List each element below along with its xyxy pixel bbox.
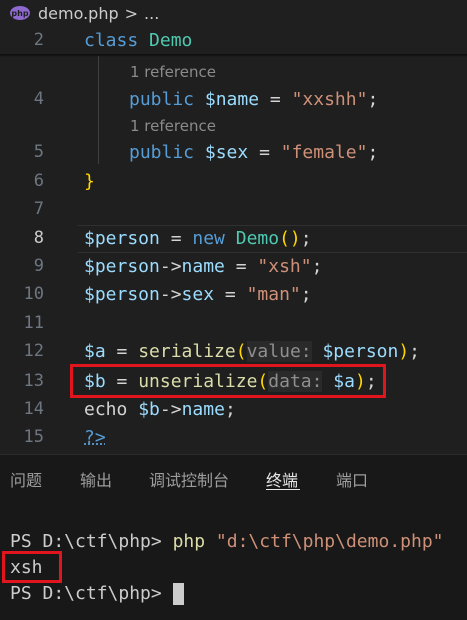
- line-number: 11: [23, 313, 44, 333]
- operator: =: [224, 255, 258, 277]
- operator: =: [248, 141, 281, 163]
- property: sex: [181, 283, 215, 305]
- operator: =: [214, 283, 247, 305]
- string: "female": [280, 141, 368, 163]
- line-number: 12: [23, 341, 44, 361]
- breadcrumb: php demo.php > ...: [0, 0, 467, 26]
- string: "xxshh": [291, 88, 368, 110]
- code-line-15[interactable]: 15 ?>: [0, 423, 467, 451]
- variable: $person: [84, 255, 160, 277]
- code-line-5[interactable]: 5 public $sex = "female";: [0, 138, 467, 166]
- annotation-highlight-box: [2, 551, 62, 583]
- code-line-8[interactable]: 8 $person = new Demo();: [0, 224, 467, 252]
- variable: $sex: [204, 141, 249, 163]
- class-name: Demo: [149, 29, 193, 51]
- line-number: 2: [33, 30, 44, 50]
- tab-ports[interactable]: 端口: [336, 467, 368, 491]
- line-number: 7: [33, 199, 44, 219]
- semicolon: ;: [224, 398, 236, 420]
- operator: ->: [159, 398, 182, 420]
- codelens-row: 1 reference: [0, 114, 467, 138]
- code-line-12[interactable]: 12 $a = serialize(value: $person);: [0, 337, 467, 365]
- variable: $b: [138, 398, 160, 420]
- property: name: [181, 398, 225, 420]
- line-number: 6: [33, 171, 44, 191]
- property: name: [181, 255, 225, 277]
- tab-output[interactable]: 输出: [80, 467, 112, 491]
- line-number: 9: [33, 256, 44, 276]
- closing-brace: }: [84, 170, 95, 192]
- breadcrumb-more[interactable]: ...: [144, 4, 159, 23]
- variable: $person: [84, 227, 160, 249]
- semicolon: ;: [367, 88, 379, 110]
- line-number: 4: [33, 89, 44, 109]
- function-name: serialize: [138, 340, 236, 362]
- semicolon: ;: [311, 255, 323, 277]
- semicolon: ;: [300, 227, 312, 249]
- keyword: public: [129, 141, 195, 163]
- code-line-4[interactable]: 4 public $name = "xxshh";: [0, 85, 467, 113]
- line-number: 5: [33, 142, 44, 162]
- php-file-icon: php: [10, 6, 30, 20]
- tab-terminal[interactable]: 终端: [266, 467, 298, 491]
- breadcrumb-file[interactable]: demo.php: [38, 4, 119, 23]
- code-line-14[interactable]: 14 echo $b->name;: [0, 395, 467, 423]
- tab-debug-console[interactable]: 调试控制台: [149, 467, 229, 491]
- terminal-cursor: [172, 583, 184, 605]
- call-parens: (): [279, 227, 301, 249]
- bottom-panel: 问题 输出 调试控制台 终端 端口 PS D:\ctf\php> php "d:…: [0, 454, 467, 620]
- breadcrumb-separator: >: [124, 3, 139, 23]
- variable: $name: [204, 88, 260, 110]
- argument: $person: [322, 340, 399, 362]
- variable: $person: [84, 283, 160, 305]
- code-line-9[interactable]: 9 $person->name = "xsh";: [0, 252, 467, 280]
- code-line-7[interactable]: 7: [0, 195, 467, 223]
- line-number: 13: [23, 371, 44, 391]
- semicolon: ;: [300, 283, 312, 305]
- codelens-row: 1 reference: [0, 60, 467, 84]
- operator: =: [105, 340, 139, 362]
- line-number: 14: [23, 399, 44, 419]
- semicolon: ;: [367, 141, 379, 163]
- terminal-prompt: PS D:\ctf\php>: [10, 583, 173, 604]
- paren: ): [398, 340, 410, 362]
- terminal-argument: "d:\ctf\php\demo.php": [215, 531, 444, 552]
- code-editor[interactable]: 2 class Demo 1 reference 4 public $name …: [0, 26, 467, 454]
- code-line-6[interactable]: 6 }: [0, 167, 467, 195]
- terminal-command: php: [172, 531, 206, 552]
- code-line-11[interactable]: 11: [0, 309, 467, 337]
- annotation-highlight-box: [70, 364, 386, 398]
- keyword: echo: [84, 398, 128, 420]
- line-number: 8: [33, 228, 44, 248]
- semicolon: ;: [409, 340, 421, 362]
- sticky-scroll-shadow: [0, 54, 467, 57]
- code-line-2[interactable]: 2 class Demo: [0, 26, 467, 54]
- line-number: 15: [23, 427, 44, 447]
- variable: $a: [84, 340, 106, 362]
- string: "xsh": [257, 255, 312, 277]
- operator: =: [159, 227, 193, 249]
- string: "man": [246, 283, 301, 305]
- keyword: class: [84, 29, 139, 51]
- keyword: new: [192, 227, 225, 249]
- php-close-tag: ?>: [84, 426, 106, 448]
- line-number: 10: [23, 284, 44, 304]
- terminal-command-line[interactable]: PS D:\ctf\php> php "d:\ctf\php\demo.php": [10, 531, 444, 552]
- keyword: public: [129, 88, 195, 110]
- class-name: Demo: [235, 227, 280, 249]
- tab-problems[interactable]: 问题: [10, 467, 42, 491]
- paren: (: [235, 340, 247, 362]
- operator: =: [259, 88, 292, 110]
- inlay-hint: value:: [246, 340, 312, 362]
- code-line-10[interactable]: 10 $person->sex = "man";: [0, 280, 467, 308]
- operator: ->: [159, 255, 182, 277]
- active-tab-indicator: [266, 489, 300, 490]
- operator: ->: [159, 283, 182, 305]
- terminal-input-line[interactable]: PS D:\ctf\php>: [10, 583, 184, 605]
- codelens-reference[interactable]: 1 reference: [130, 117, 216, 135]
- panel-tabs: 问题 输出 调试控制台 终端 端口: [0, 455, 467, 501]
- terminal-prompt: PS D:\ctf\php>: [10, 531, 173, 552]
- codelens-reference[interactable]: 1 reference: [130, 63, 216, 81]
